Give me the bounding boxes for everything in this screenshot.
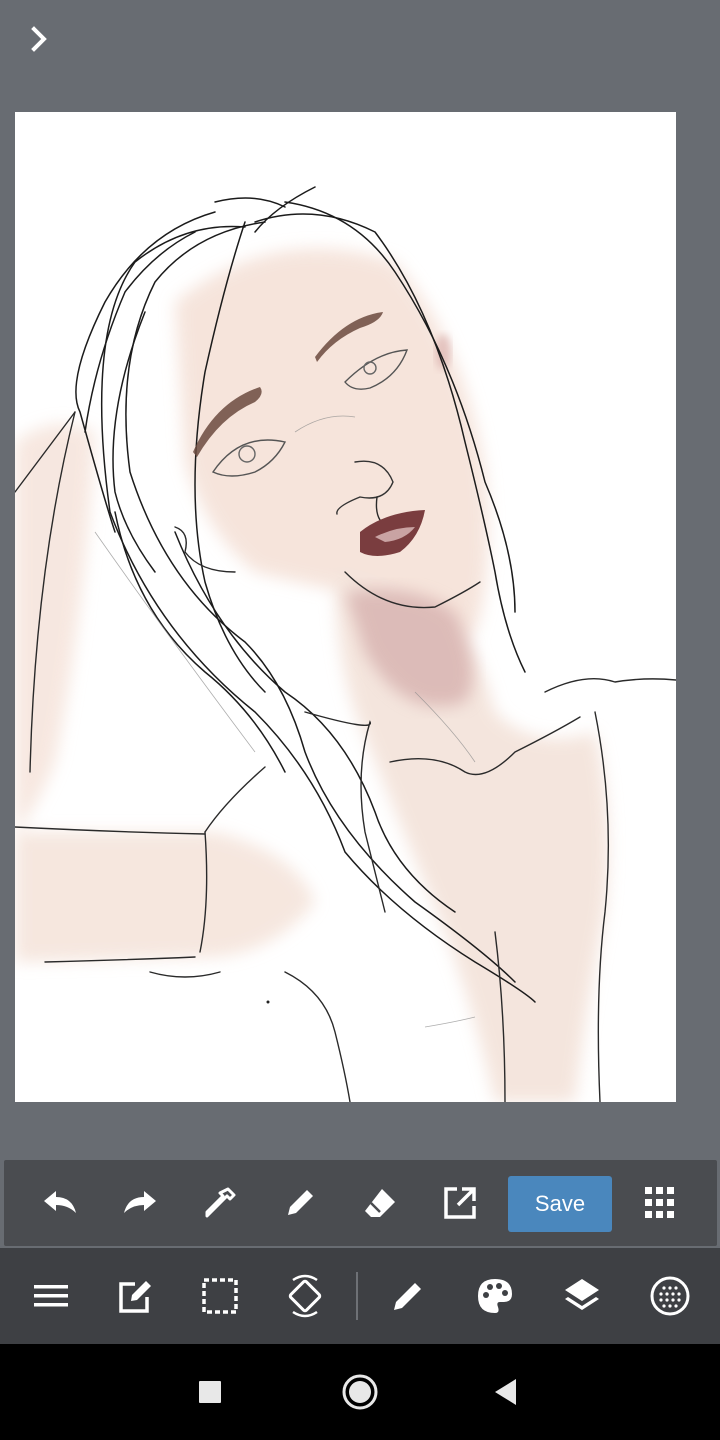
edit-button[interactable]: [113, 1274, 157, 1318]
eyedropper-button[interactable]: [197, 1180, 243, 1226]
sketch-artwork: [15, 186, 676, 1102]
export-button[interactable]: [437, 1180, 483, 1226]
expand-panel-button[interactable]: [22, 22, 58, 58]
brush-button[interactable]: [386, 1274, 430, 1318]
rotate-canvas-icon: [288, 1274, 322, 1318]
selection-icon: [202, 1278, 238, 1314]
recents-square-icon: [199, 1381, 221, 1403]
redo-button[interactable]: [117, 1180, 163, 1226]
external-link-icon: [444, 1187, 476, 1219]
edit-icon: [119, 1281, 151, 1313]
eraser-icon: [365, 1189, 395, 1217]
menu-icon: [34, 1285, 68, 1307]
main-toolbar: Save: [4, 1160, 717, 1246]
more-options-button[interactable]: [637, 1180, 683, 1226]
rotate-canvas-button[interactable]: [283, 1274, 327, 1318]
system-nav-bar: [0, 1344, 720, 1440]
save-button[interactable]: Save: [508, 1176, 612, 1232]
layers-icon: [565, 1279, 599, 1310]
back-triangle-icon: [495, 1379, 516, 1405]
pen-tool-button[interactable]: [277, 1180, 323, 1226]
drawing-canvas[interactable]: [15, 112, 676, 1102]
eyedropper-icon: [205, 1187, 236, 1218]
undo-icon: [44, 1191, 76, 1213]
brush-icon: [394, 1283, 421, 1310]
toolbar-divider: [356, 1272, 358, 1320]
bottom-toolbar: [0, 1248, 720, 1344]
undo-button[interactable]: [37, 1180, 83, 1226]
material-button[interactable]: [648, 1274, 692, 1318]
layers-button[interactable]: [560, 1274, 604, 1318]
redo-icon: [124, 1191, 156, 1213]
eraser-button[interactable]: [357, 1180, 403, 1226]
home-button[interactable]: [340, 1372, 380, 1412]
pen-icon: [288, 1190, 313, 1215]
back-button[interactable]: [486, 1372, 526, 1412]
grid-dots-icon: [645, 1187, 674, 1218]
menu-button[interactable]: [29, 1274, 73, 1318]
palette-icon: [478, 1279, 512, 1313]
chevron-right-icon: [31, 26, 47, 52]
home-circle-icon: [342, 1374, 378, 1410]
selection-button[interactable]: [198, 1274, 242, 1318]
material-icon: [650, 1276, 690, 1316]
palette-button[interactable]: [473, 1274, 517, 1318]
recents-button[interactable]: [190, 1372, 230, 1412]
